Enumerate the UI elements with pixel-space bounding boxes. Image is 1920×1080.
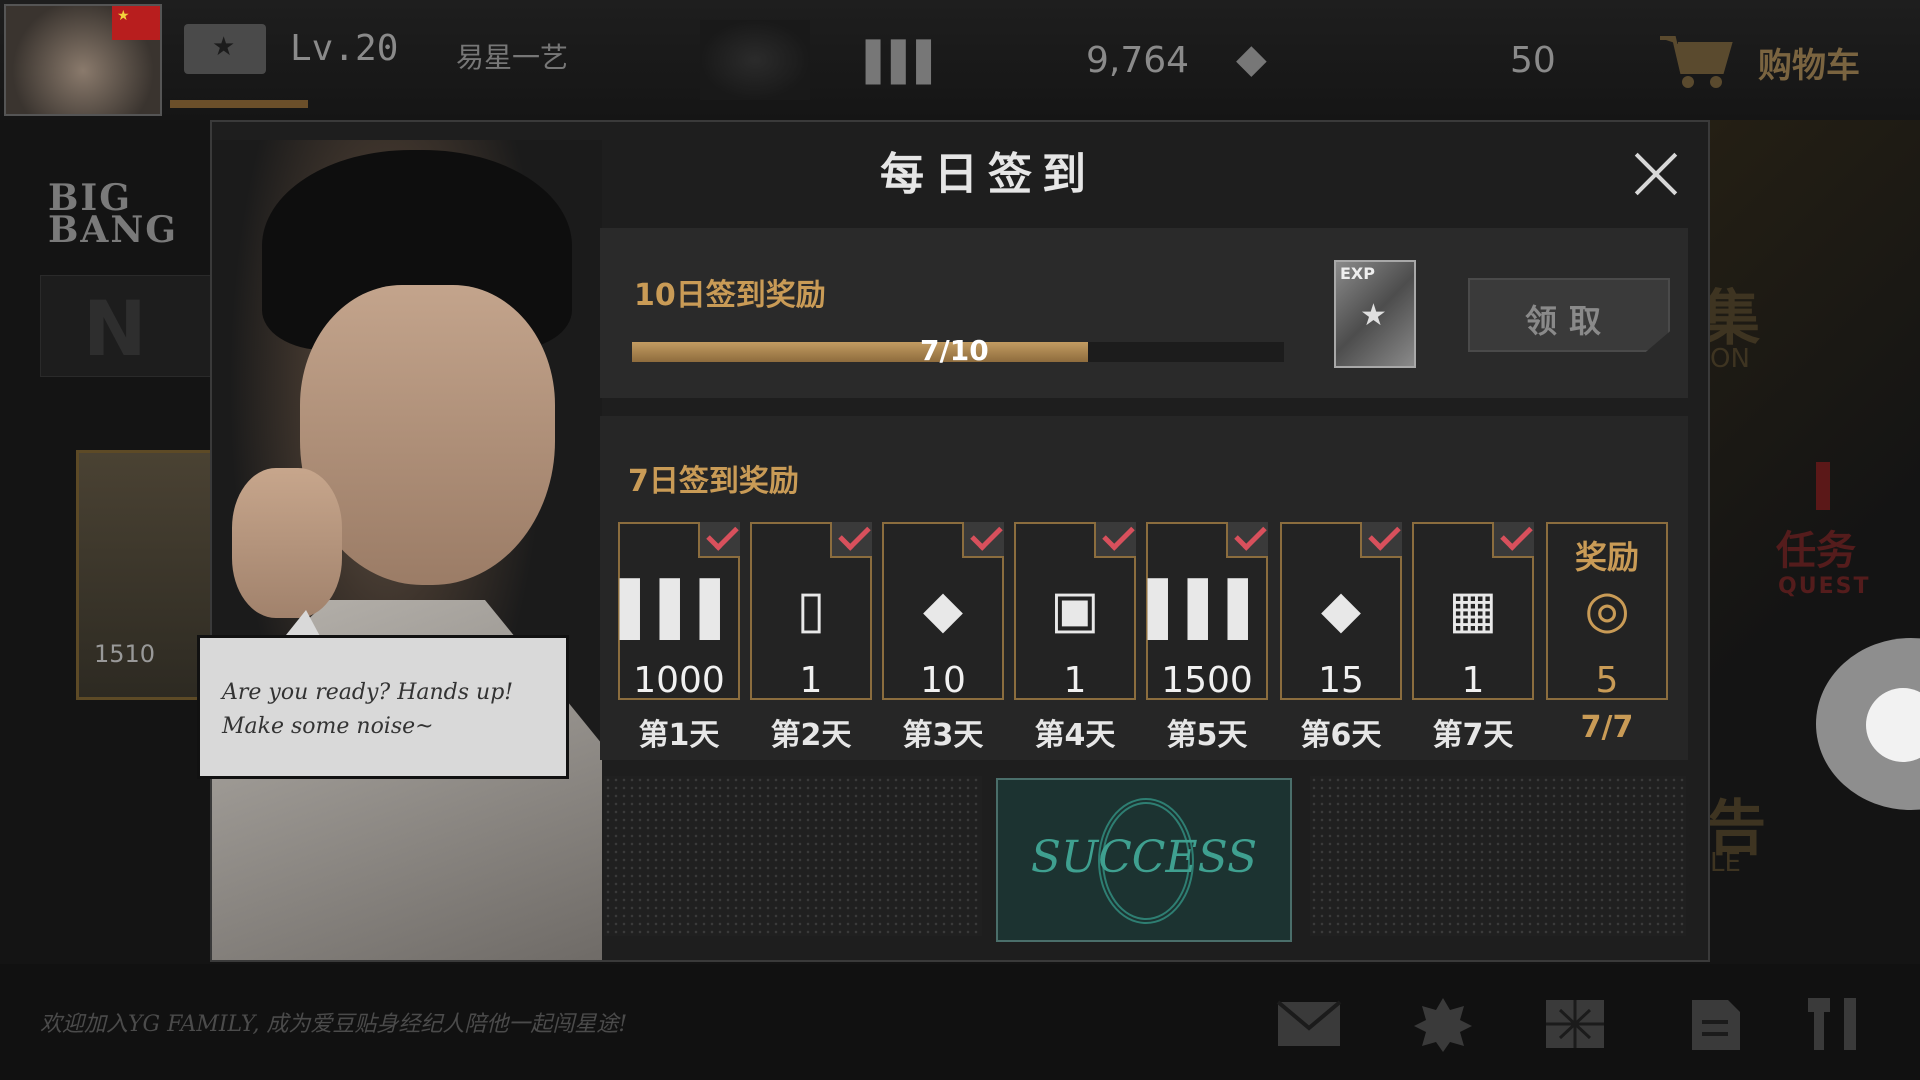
day-3-tile[interactable]: ◆ 10 xyxy=(882,522,1004,701)
n-logo-tile[interactable]: N xyxy=(40,275,214,377)
collection-sub: ON xyxy=(1710,344,1750,374)
ten-day-progress-text: 7/10 xyxy=(920,334,989,367)
diamond-count: 50 xyxy=(1510,40,1556,81)
star-card-icon: ▯ xyxy=(796,580,826,640)
level-progress-bar xyxy=(170,100,308,108)
day-5-label: 第5天 xyxy=(1166,718,1248,753)
pattern-right xyxy=(1310,776,1686,936)
day-reward-value: 1500 xyxy=(1161,660,1253,701)
checkmark-icon xyxy=(1094,522,1136,558)
tools-icon[interactable] xyxy=(1804,996,1870,1052)
mail-icon[interactable] xyxy=(1276,996,1342,1052)
china-flag-icon: ★ xyxy=(112,6,160,40)
notice-sub: LE xyxy=(1710,848,1741,878)
diamond-icon: ◆ xyxy=(923,580,963,640)
player-name: 易星一艺 xyxy=(456,41,569,74)
level-badge-icon: ★ xyxy=(184,24,266,74)
ticket-icon: ▌▌▌ xyxy=(620,580,740,640)
reward-title: 奖励 xyxy=(1574,538,1639,576)
day-6-label: 第6天 xyxy=(1300,718,1382,753)
ticket-icon: ▌▌▌ xyxy=(866,40,946,84)
reward-value: 5 xyxy=(1595,660,1619,701)
gear-icon[interactable] xyxy=(1410,996,1476,1052)
pattern-left xyxy=(604,776,982,936)
cart-button[interactable]: 购物车 xyxy=(1758,38,1860,87)
gift-icon[interactable] xyxy=(1542,996,1608,1052)
portrait-hand xyxy=(232,468,342,618)
claim-button[interactable]: 领取 xyxy=(1468,278,1670,352)
day-3-label: 第3天 xyxy=(902,718,984,753)
dialog-title: 每日签到 xyxy=(880,149,1096,200)
speech-line-2: Make some noise~ xyxy=(222,714,434,739)
cart-icon[interactable] xyxy=(1656,30,1736,90)
quest-button[interactable]: 任务 xyxy=(1776,518,1856,576)
day-1-tile[interactable]: ▌▌▌ 1000 xyxy=(618,522,740,701)
day-2-label: 第2天 xyxy=(770,718,852,753)
exp-card-icon: ▣ xyxy=(1050,580,1100,640)
day-reward-value: 15 xyxy=(1318,660,1364,701)
checkmark-icon xyxy=(1226,522,1268,558)
coin-count: 9,764 xyxy=(1086,40,1190,81)
day-5-tile[interactable]: ▌▌▌ 1500 xyxy=(1146,522,1268,701)
day-reward-value: 1 xyxy=(799,660,823,701)
checkmark-icon xyxy=(1492,522,1534,558)
ten-day-progress-fill xyxy=(632,342,1089,362)
player-level: Lv.20 xyxy=(290,28,399,69)
day-reward-value: 1 xyxy=(1461,660,1485,701)
quest-subtitle: QUEST xyxy=(1778,574,1871,599)
checkmark-icon xyxy=(830,522,872,558)
claim-label: 领取 xyxy=(1524,302,1613,340)
emblem-icon xyxy=(700,20,810,100)
notes-icon[interactable] xyxy=(1682,996,1748,1052)
checkmark-icon xyxy=(1360,522,1402,558)
exp-card-icon[interactable]: EXP ★ xyxy=(1334,260,1416,368)
checkin-success-stamp[interactable]: SUCCESS xyxy=(996,778,1292,942)
welcome-ticker: 欢迎加入YG FAMILY, 成为爱豆贴身经纪人陪他一起闯星途! xyxy=(40,1012,628,1037)
success-text: SUCCESS xyxy=(1030,832,1258,883)
day-2-tile[interactable]: ▯ 1 xyxy=(750,522,872,701)
day-7-label: 第7天 xyxy=(1432,718,1514,753)
speech-bubble: Are you ready? Hands up! Make some noise~ xyxy=(197,635,569,779)
seven-day-title: 7日签到奖励 xyxy=(628,464,799,499)
card-power: 1510 xyxy=(94,640,156,668)
alert-icon xyxy=(1816,462,1830,510)
seven-day-reward-tile[interactable]: 奖励 ◎ 5 xyxy=(1546,522,1668,701)
day-1-label: 第1天 xyxy=(638,718,720,753)
medal-icon: ◎ xyxy=(1584,580,1630,640)
four-star-card-icon: ▦ xyxy=(1448,580,1498,640)
diamond-icon[interactable]: ◆ xyxy=(1236,36,1267,82)
checkmark-icon xyxy=(698,522,740,558)
diamond-icon: ◆ xyxy=(1321,580,1361,640)
ten-day-title: 10日签到奖励 xyxy=(634,278,826,313)
day-reward-value: 1000 xyxy=(633,660,725,701)
checkmark-icon xyxy=(962,522,1004,558)
day-4-tile[interactable]: ▣ 1 xyxy=(1014,522,1136,701)
day-4-label: 第4天 xyxy=(1034,718,1116,753)
day-reward-value: 10 xyxy=(920,660,966,701)
bigbang-logo: BIG BANG xyxy=(48,177,179,252)
day-7-tile[interactable]: ▦ 1 xyxy=(1412,522,1534,701)
speech-line-1: Are you ready? Hands up! xyxy=(222,680,514,705)
close-icon[interactable] xyxy=(1634,152,1678,196)
ticket-icon: ▌▌▌ xyxy=(1148,580,1268,640)
day-6-tile[interactable]: ◆ 15 xyxy=(1280,522,1402,701)
reward-progress: 7/7 xyxy=(1580,710,1634,745)
day-reward-value: 1 xyxy=(1063,660,1087,701)
